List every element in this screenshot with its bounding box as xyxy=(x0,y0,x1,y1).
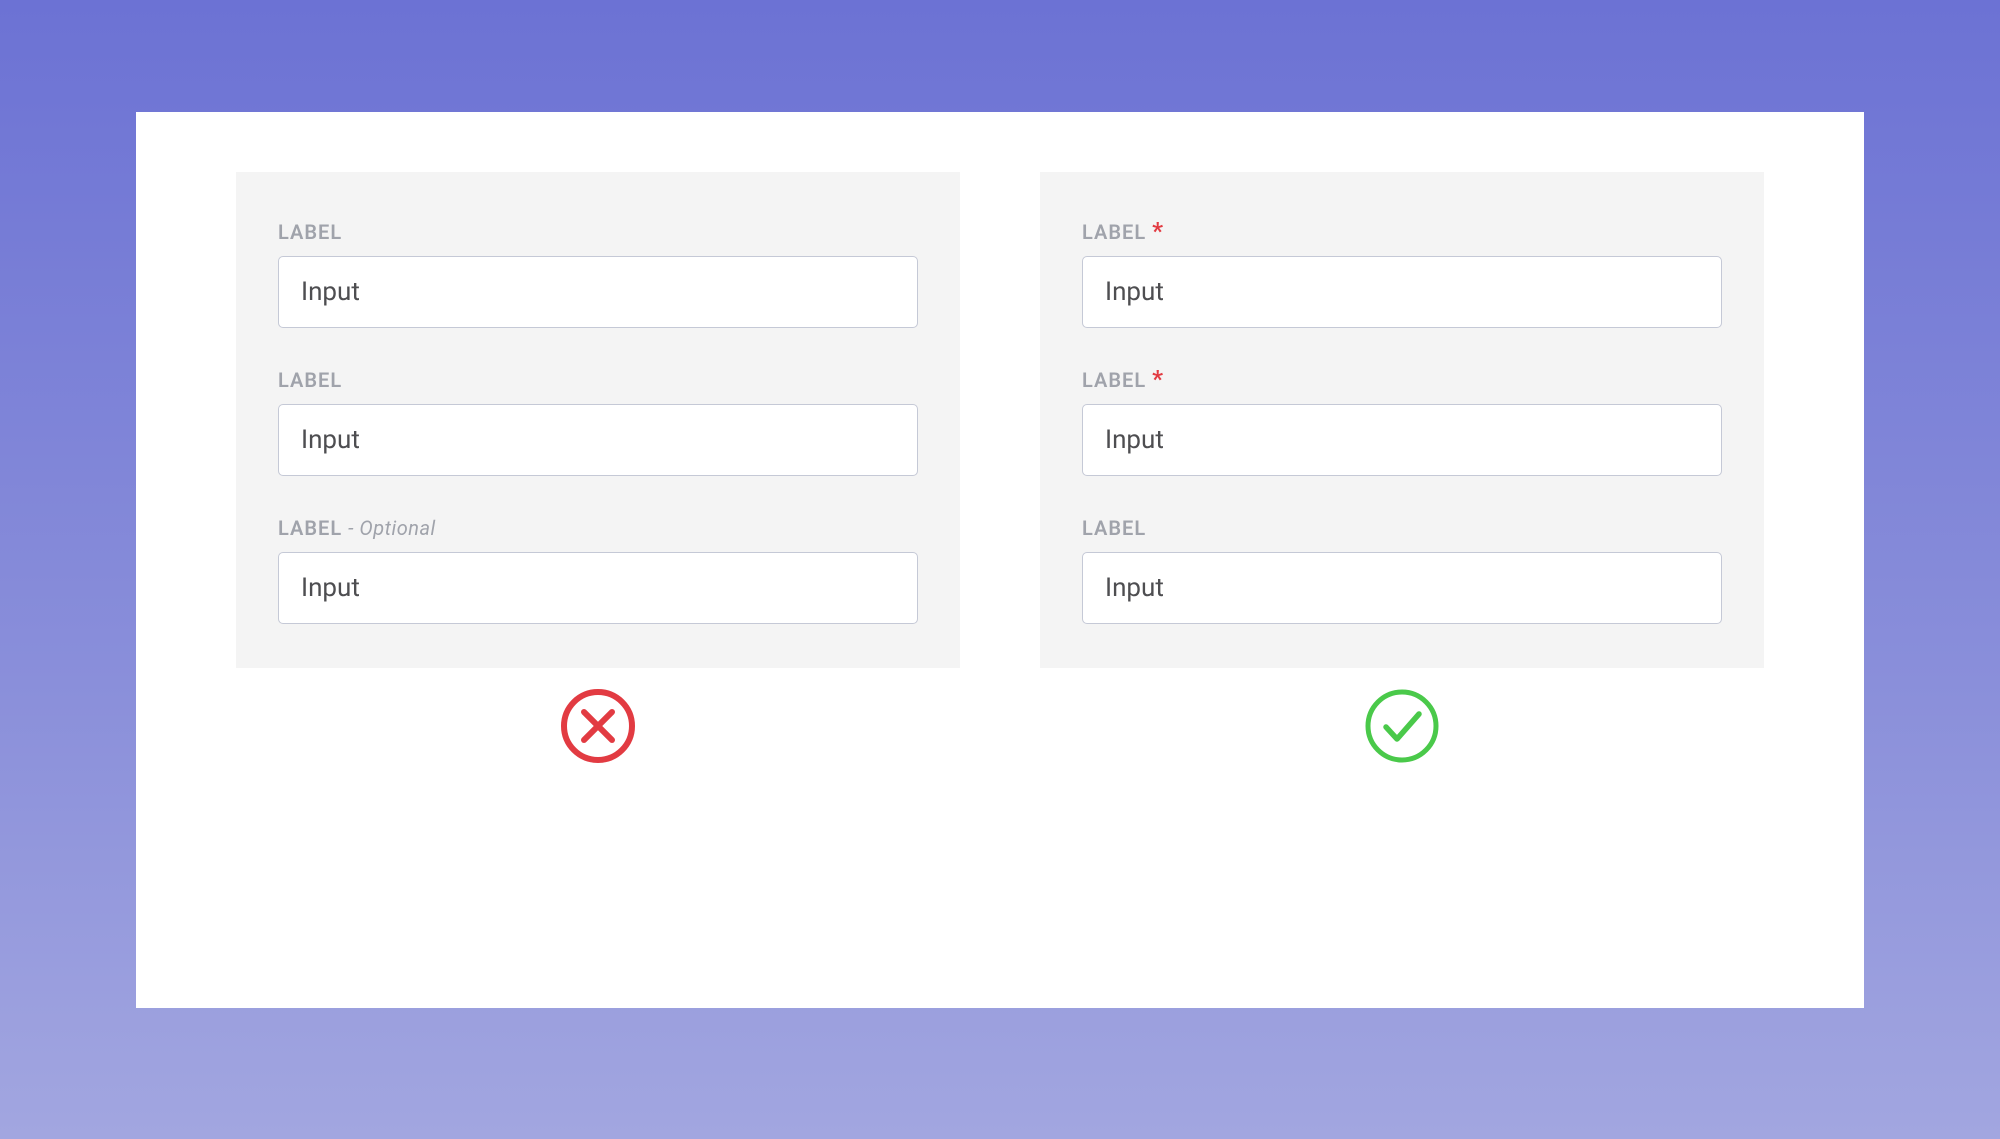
text-input[interactable] xyxy=(278,256,918,328)
label-text: LABEL xyxy=(1082,368,1146,392)
field-label: LABEL xyxy=(278,220,918,244)
label-text: LABEL xyxy=(278,220,342,244)
comparison-card: LABEL LABEL LABEL - Optional xyxy=(136,112,1864,1008)
field-label: LABEL * xyxy=(1082,368,1722,392)
optional-suffix: - Optional xyxy=(348,516,436,540)
form-field: LABEL xyxy=(278,368,918,476)
form-field: LABEL * xyxy=(1082,368,1722,476)
label-text: LABEL xyxy=(1082,516,1146,540)
text-input[interactable] xyxy=(278,552,918,624)
field-label: LABEL * xyxy=(1082,220,1722,244)
form-field: LABEL * xyxy=(1082,220,1722,328)
text-input[interactable] xyxy=(1082,552,1722,624)
success-icon xyxy=(1362,686,1442,766)
bad-form-panel: LABEL LABEL LABEL - Optional xyxy=(236,172,960,668)
bad-example-column: LABEL LABEL LABEL - Optional xyxy=(236,172,960,948)
label-text: LABEL xyxy=(278,368,342,392)
form-field: LABEL - Optional xyxy=(278,516,918,624)
required-star-icon: * xyxy=(1152,371,1164,388)
form-field: LABEL xyxy=(1082,516,1722,624)
form-field: LABEL xyxy=(278,220,918,328)
status-icon-wrap xyxy=(236,686,960,766)
label-text: LABEL xyxy=(1082,220,1146,244)
label-text: LABEL xyxy=(278,516,342,540)
good-form-panel: LABEL * LABEL * LABEL xyxy=(1040,172,1764,668)
required-star-icon: * xyxy=(1152,223,1164,240)
field-label: LABEL xyxy=(1082,516,1722,540)
good-example-column: LABEL * LABEL * LABEL xyxy=(1040,172,1764,948)
field-label: LABEL - Optional xyxy=(278,516,918,540)
field-label: LABEL xyxy=(278,368,918,392)
error-icon xyxy=(558,686,638,766)
text-input[interactable] xyxy=(1082,256,1722,328)
status-icon-wrap xyxy=(1040,686,1764,766)
text-input[interactable] xyxy=(278,404,918,476)
text-input[interactable] xyxy=(1082,404,1722,476)
